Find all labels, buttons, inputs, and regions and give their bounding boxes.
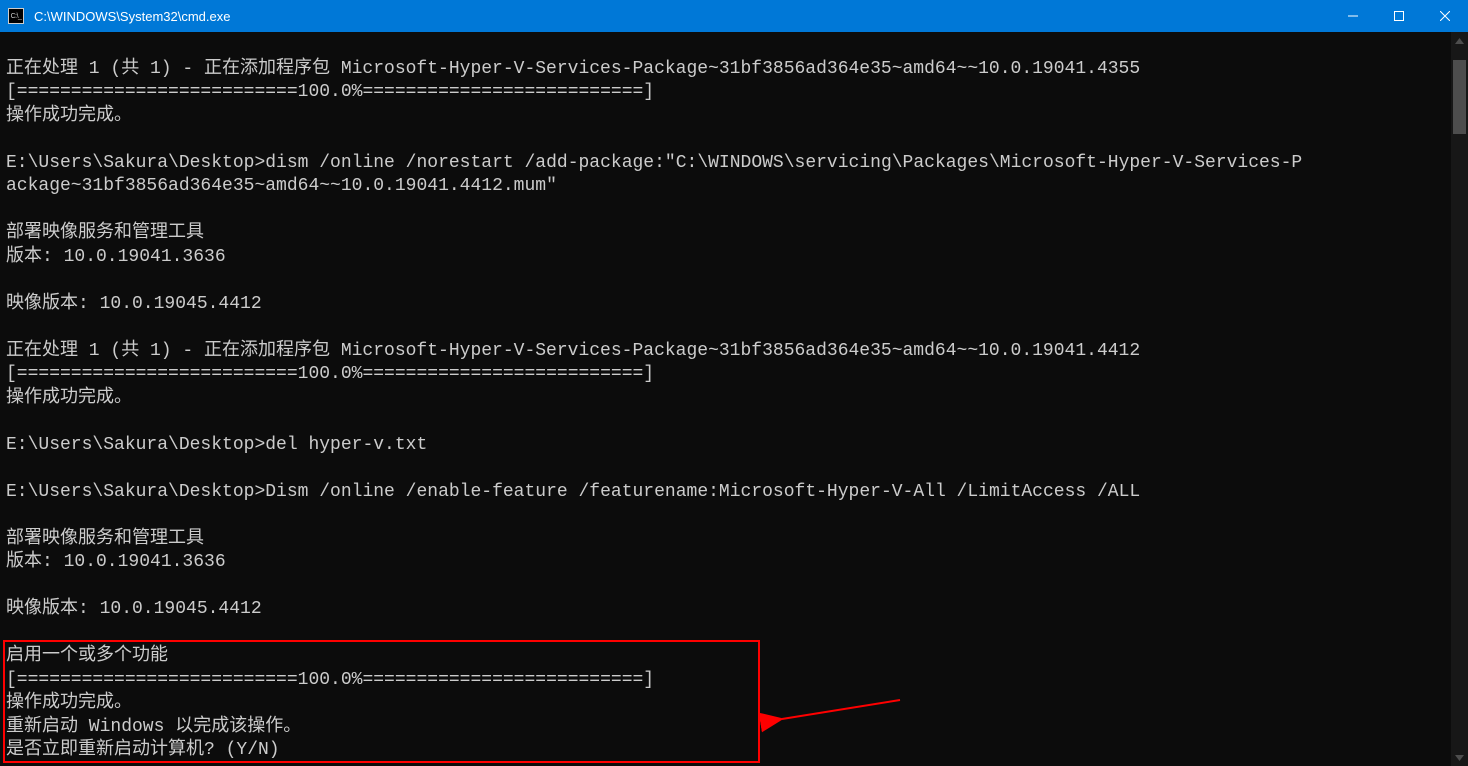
terminal-line [6,269,1450,293]
terminal-line: E:\Users\Sakura\Desktop>del hyper-v.txt [6,434,1450,458]
close-button[interactable] [1422,0,1468,32]
maximize-button[interactable] [1376,0,1422,32]
terminal-line: 操作成功完成。 [6,105,1450,129]
terminal-line: [==========================100.0%=======… [6,363,1450,387]
terminal-line: E:\Users\Sakura\Desktop>dism /online /no… [6,152,1450,176]
terminal-line: 操作成功完成。 [6,692,1450,716]
app-icon-slot: C:\_ [0,8,32,24]
terminal-line [6,34,1450,58]
terminal-line: [==========================100.0%=======… [6,81,1450,105]
terminal-line [6,410,1450,434]
terminal-line: [==========================100.0%=======… [6,669,1450,693]
window-controls [1330,0,1468,32]
terminal-line: 部署映像服务和管理工具 [6,222,1450,246]
vertical-scrollbar[interactable] [1451,32,1468,766]
window-title: C:\WINDOWS\System32\cmd.exe [32,9,1330,24]
terminal-line: 正在处理 1 (共 1) - 正在添加程序包 Microsoft-Hyper-V… [6,340,1450,364]
terminal-line: E:\Users\Sakura\Desktop>Dism /online /en… [6,481,1450,505]
terminal-line: ackage~31bf3856ad364e35~amd64~~10.0.1904… [6,175,1450,199]
titlebar[interactable]: C:\_ C:\WINDOWS\System32\cmd.exe [0,0,1468,32]
terminal-line: 操作成功完成。 [6,387,1450,411]
terminal-line [6,622,1450,646]
terminal-text[interactable]: 正在处理 1 (共 1) - 正在添加程序包 Microsoft-Hyper-V… [6,34,1450,763]
terminal-line: 重新启动 Windows 以完成该操作。 [6,716,1450,740]
terminal-client-area[interactable]: 正在处理 1 (共 1) - 正在添加程序包 Microsoft-Hyper-V… [0,32,1468,766]
terminal-line [6,316,1450,340]
terminal-line [6,575,1450,599]
terminal-line: 是否立即重新启动计算机? (Y/N) [6,739,1450,763]
terminal-line: 正在处理 1 (共 1) - 正在添加程序包 Microsoft-Hyper-V… [6,58,1450,82]
terminal-line: 版本: 10.0.19041.3636 [6,246,1450,270]
cmd-icon: C:\_ [8,8,24,24]
scroll-down-button[interactable] [1451,749,1468,766]
scroll-up-button[interactable] [1451,32,1468,49]
scroll-thumb[interactable] [1453,60,1466,134]
terminal-line [6,457,1450,481]
terminal-line [6,128,1450,152]
minimize-button[interactable] [1330,0,1376,32]
terminal-line: 映像版本: 10.0.19045.4412 [6,293,1450,317]
cmd-window: C:\_ C:\WINDOWS\System32\cmd.exe 正在处理 1 … [0,0,1468,766]
terminal-line: 映像版本: 10.0.19045.4412 [6,598,1450,622]
terminal-line: 启用一个或多个功能 [6,645,1450,669]
terminal-line: 版本: 10.0.19041.3636 [6,551,1450,575]
terminal-line [6,199,1450,223]
terminal-line [6,504,1450,528]
terminal-line: 部署映像服务和管理工具 [6,528,1450,552]
